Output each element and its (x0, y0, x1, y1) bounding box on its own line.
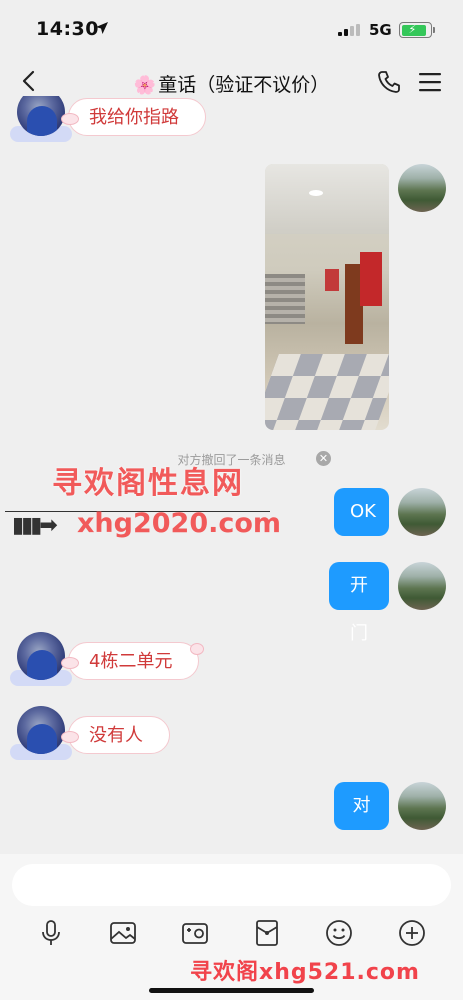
pig-decoration (61, 657, 79, 669)
red-packet-icon[interactable] (252, 918, 282, 948)
friend-avatar[interactable] (17, 632, 65, 680)
phone-icon[interactable] (376, 69, 402, 95)
friend-message[interactable]: 没有人 (61, 716, 170, 754)
message-text: OK (350, 501, 376, 522)
friend-message[interactable]: 4栋二单元 (61, 642, 205, 680)
watermark-title: 寻欢阁性息网 (52, 466, 244, 501)
watermark-url: xhg2020.com (77, 508, 282, 539)
pig-decoration (190, 643, 205, 655)
self-message[interactable]: OK (334, 488, 389, 536)
pig-decoration (61, 731, 79, 743)
message-text: 4栋二单元 (89, 651, 173, 672)
microphone-icon[interactable] (36, 918, 66, 948)
menu-icon[interactable] (418, 71, 442, 93)
photo-ceiling (265, 164, 389, 234)
photo-floor (265, 354, 389, 430)
pig-decoration (61, 113, 79, 125)
friend-avatar[interactable] (17, 706, 65, 754)
message-text: 我给你指路 (89, 107, 179, 128)
input-area: 寻欢阁xhg521.com (0, 854, 463, 1000)
plus-icon[interactable] (397, 918, 427, 948)
photo-poster (360, 252, 382, 306)
image-message[interactable] (265, 164, 389, 430)
location-arrow-icon (96, 22, 108, 34)
arrow-icon: ▮▮▮➡ (12, 513, 58, 538)
self-avatar[interactable] (398, 782, 446, 830)
signal-icon (338, 24, 360, 36)
flower-icon: 🌸 (133, 75, 157, 96)
chat-title-text: 童话（验证不议价） (158, 74, 330, 96)
picture-icon[interactable] (108, 918, 138, 948)
battery-nub (433, 27, 435, 33)
photo-mailbox (265, 274, 305, 324)
friend-message[interactable]: 我给你指路 (61, 98, 206, 136)
network-label: 5G (369, 21, 392, 39)
self-avatar[interactable] (398, 164, 446, 212)
battery-icon: ⚡ (399, 22, 432, 38)
message-text: 对 (352, 795, 371, 816)
status-time: 14:30 (36, 18, 99, 40)
message-input[interactable] (12, 864, 451, 906)
self-avatar[interactable] (398, 562, 446, 610)
self-message[interactable]: 对 (334, 782, 389, 830)
photo-light (309, 190, 323, 196)
emoji-icon[interactable] (324, 918, 354, 948)
photo-sign (325, 269, 339, 291)
camera-icon[interactable] (180, 918, 210, 948)
message-text: 没有人 (89, 725, 143, 746)
close-icon[interactable]: ✕ (316, 451, 331, 466)
status-bar: 14:30 5G ⚡ (0, 0, 463, 58)
watermark-bottom: 寻欢阁xhg521.com (190, 960, 420, 985)
message-text: 开门 (350, 575, 368, 644)
self-message[interactable]: 开门 (329, 562, 389, 644)
home-indicator[interactable] (149, 988, 314, 993)
self-avatar[interactable] (398, 488, 446, 536)
